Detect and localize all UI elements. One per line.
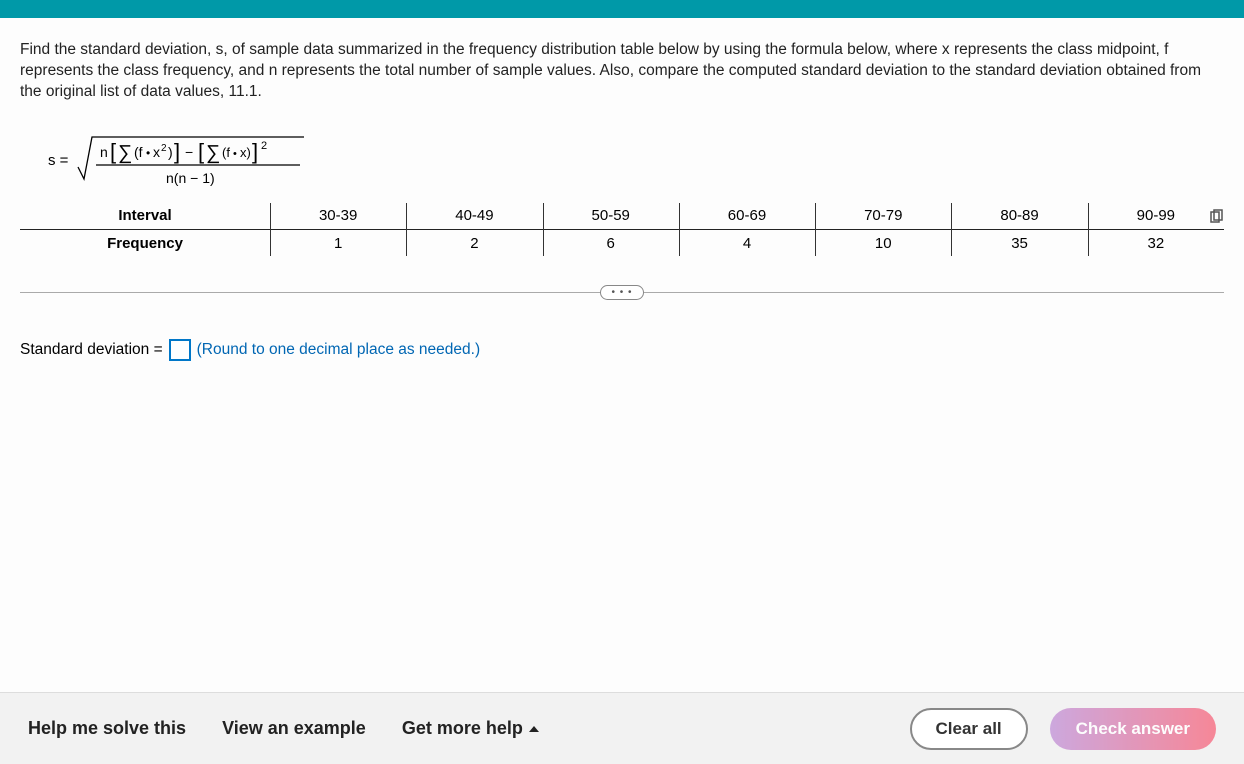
get-more-help-button[interactable]: Get more help bbox=[402, 718, 539, 739]
interval-cell: 30-39 bbox=[270, 205, 406, 229]
interval-cell: 90-99 bbox=[1088, 205, 1224, 229]
check-answer-button[interactable]: Check answer bbox=[1050, 708, 1216, 750]
answer-label: Standard deviation = bbox=[20, 341, 163, 359]
svg-text:•: • bbox=[146, 146, 150, 160]
interval-cell: 60-69 bbox=[679, 205, 815, 229]
frequency-cell: 2 bbox=[406, 230, 542, 254]
svg-text:−: − bbox=[185, 144, 193, 160]
caret-up-icon bbox=[529, 726, 539, 732]
svg-text:x): x) bbox=[240, 145, 251, 160]
svg-text:[: [ bbox=[198, 139, 204, 164]
view-example-button[interactable]: View an example bbox=[222, 718, 366, 739]
svg-text:•: • bbox=[233, 148, 237, 160]
help-me-solve-button[interactable]: Help me solve this bbox=[28, 718, 186, 739]
svg-text:2: 2 bbox=[261, 140, 267, 152]
formula-display: s = n [ ∑ (f • x 2 ) ] − [ ∑ (f • x) ] 2 bbox=[48, 127, 1224, 191]
frequency-cell: 4 bbox=[679, 230, 815, 254]
svg-text:n: n bbox=[100, 144, 108, 160]
get-more-help-label: Get more help bbox=[402, 718, 523, 739]
svg-text:(f: (f bbox=[222, 145, 230, 160]
copy-icon[interactable] bbox=[1208, 209, 1224, 225]
svg-text:(f: (f bbox=[134, 144, 143, 160]
clear-all-button[interactable]: Clear all bbox=[910, 708, 1028, 750]
table-row: Interval 30-39 40-49 50-59 60-69 70-79 8… bbox=[20, 205, 1224, 230]
frequency-cell: 1 bbox=[270, 230, 406, 254]
interval-cell: 40-49 bbox=[406, 205, 542, 229]
frequency-cell: 6 bbox=[543, 230, 679, 254]
row-label-frequency: Frequency bbox=[20, 230, 270, 254]
question-prompt: Find the standard deviation, s, of sampl… bbox=[20, 40, 1224, 103]
svg-text:n(n − 1): n(n − 1) bbox=[166, 170, 215, 186]
interval-cell: 70-79 bbox=[815, 205, 951, 229]
svg-text:): ) bbox=[168, 144, 173, 160]
svg-text:2: 2 bbox=[161, 143, 167, 154]
standard-deviation-input[interactable] bbox=[169, 339, 191, 361]
answer-row: Standard deviation = (Round to one decim… bbox=[20, 339, 1224, 361]
svg-text:∑: ∑ bbox=[206, 142, 220, 164]
expand-ellipsis-button[interactable]: • • • bbox=[600, 285, 644, 300]
svg-text:∑: ∑ bbox=[118, 142, 132, 164]
question-content: Find the standard deviation, s, of sampl… bbox=[0, 18, 1244, 361]
interval-cell: 50-59 bbox=[543, 205, 679, 229]
table-row: Frequency 1 2 6 4 10 35 32 bbox=[20, 230, 1224, 254]
svg-text:]: ] bbox=[252, 139, 258, 164]
svg-text:[: [ bbox=[110, 139, 116, 164]
view-example-label: View an example bbox=[222, 718, 366, 739]
row-label-interval: Interval bbox=[20, 205, 270, 229]
frequency-cell: 32 bbox=[1088, 230, 1224, 254]
rounding-hint: (Round to one decimal place as needed.) bbox=[197, 341, 481, 359]
section-divider: • • • bbox=[20, 292, 1224, 293]
svg-text:x: x bbox=[153, 144, 160, 160]
help-me-solve-label: Help me solve this bbox=[28, 718, 186, 739]
interval-cell: 80-89 bbox=[951, 205, 1087, 229]
frequency-table: Interval 30-39 40-49 50-59 60-69 70-79 8… bbox=[20, 205, 1224, 254]
frequency-cell: 10 bbox=[815, 230, 951, 254]
svg-text:s =: s = bbox=[48, 152, 69, 169]
svg-text:]: ] bbox=[174, 139, 180, 164]
app-header-bar bbox=[0, 0, 1244, 18]
frequency-cell: 35 bbox=[951, 230, 1087, 254]
footer-toolbar: Help me solve this View an example Get m… bbox=[0, 692, 1244, 764]
